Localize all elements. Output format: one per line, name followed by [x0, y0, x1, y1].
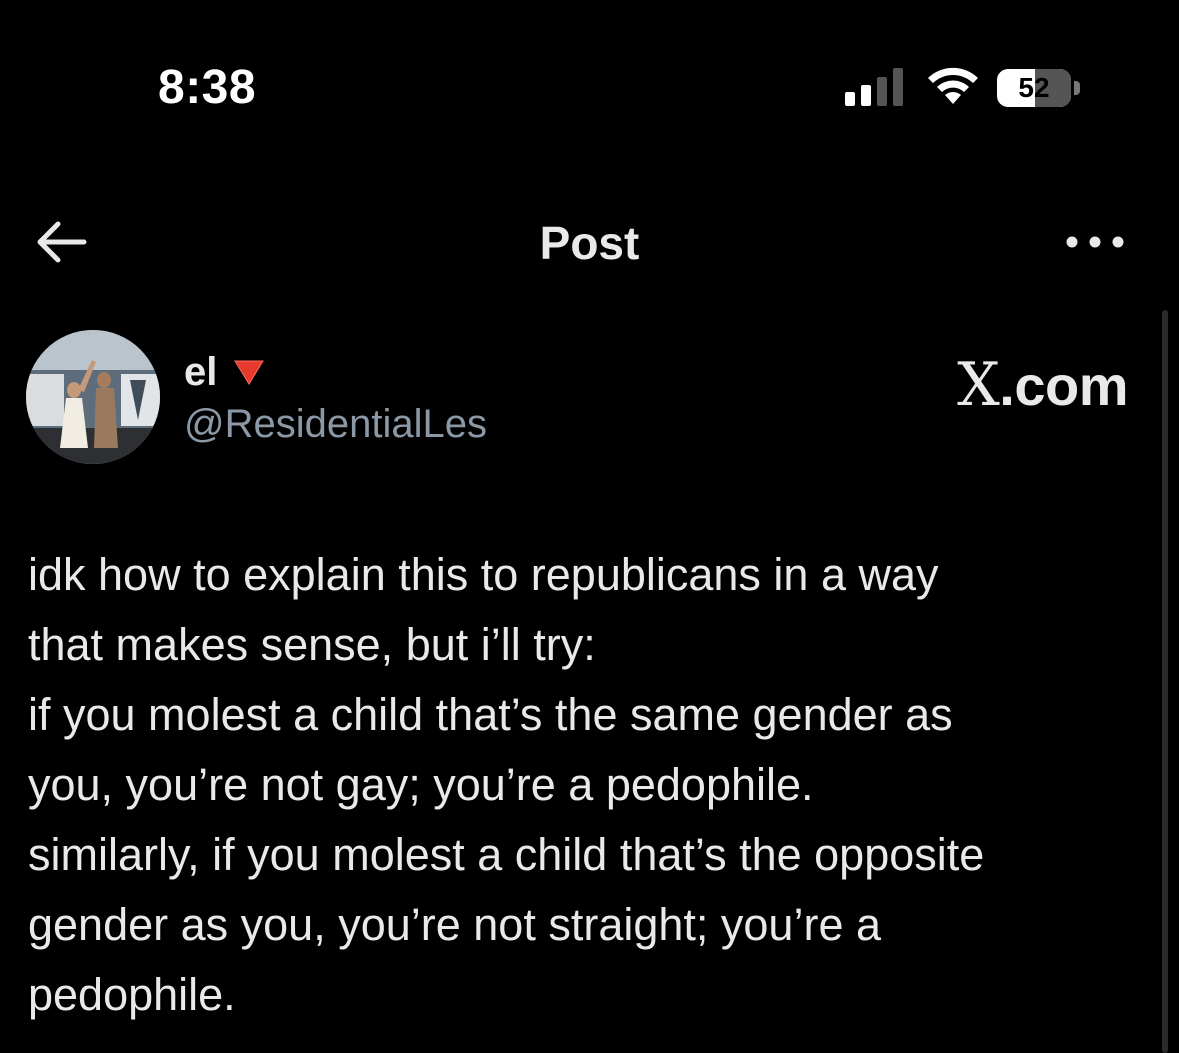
- post-text-line: pedophile.: [28, 969, 236, 1020]
- battery-icon: 52: [997, 69, 1071, 107]
- post-text-line: if you molest a child that’s the same ge…: [28, 689, 953, 740]
- site-watermark: X.com: [957, 350, 1128, 420]
- status-bar: 8:38 52: [0, 0, 1179, 140]
- x-logo: X: [957, 350, 1000, 420]
- post-text-line: idk how to explain this to republicans i…: [28, 549, 939, 600]
- post-text-line: you, you’re not gay; you’re a pedophile.: [28, 759, 814, 810]
- watermark-domain: .com: [999, 354, 1128, 417]
- post-text: idk how to explain this to republicans i…: [28, 540, 1148, 1030]
- avatar[interactable]: [26, 330, 160, 464]
- status-time: 8:38: [158, 61, 257, 114]
- battery-indicator: 52: [997, 69, 1083, 107]
- page-title: Post: [539, 217, 640, 269]
- wifi-icon: [928, 67, 978, 104]
- battery-level: 52: [1018, 72, 1050, 103]
- post-text-line: gender as you, you’re not straight; you’…: [28, 899, 882, 950]
- display-name[interactable]: el: [184, 350, 217, 395]
- author-handle[interactable]: @ResidentialLes: [184, 402, 487, 447]
- post-author: el @ResidentialLes X.com: [26, 330, 1146, 465]
- more-horizontal-icon[interactable]: [1060, 220, 1130, 264]
- post-text-line: that makes sense, but i’ll try:: [28, 619, 596, 670]
- post-text-line: similarly, if you molest a child that’s …: [28, 829, 985, 880]
- nav-bar: Post: [0, 190, 1179, 300]
- cellular-signal-icon: [845, 68, 903, 106]
- red-triangle-down-icon: [234, 360, 265, 385]
- scrollbar[interactable]: [1162, 310, 1168, 1053]
- display-name-row: el: [184, 350, 265, 395]
